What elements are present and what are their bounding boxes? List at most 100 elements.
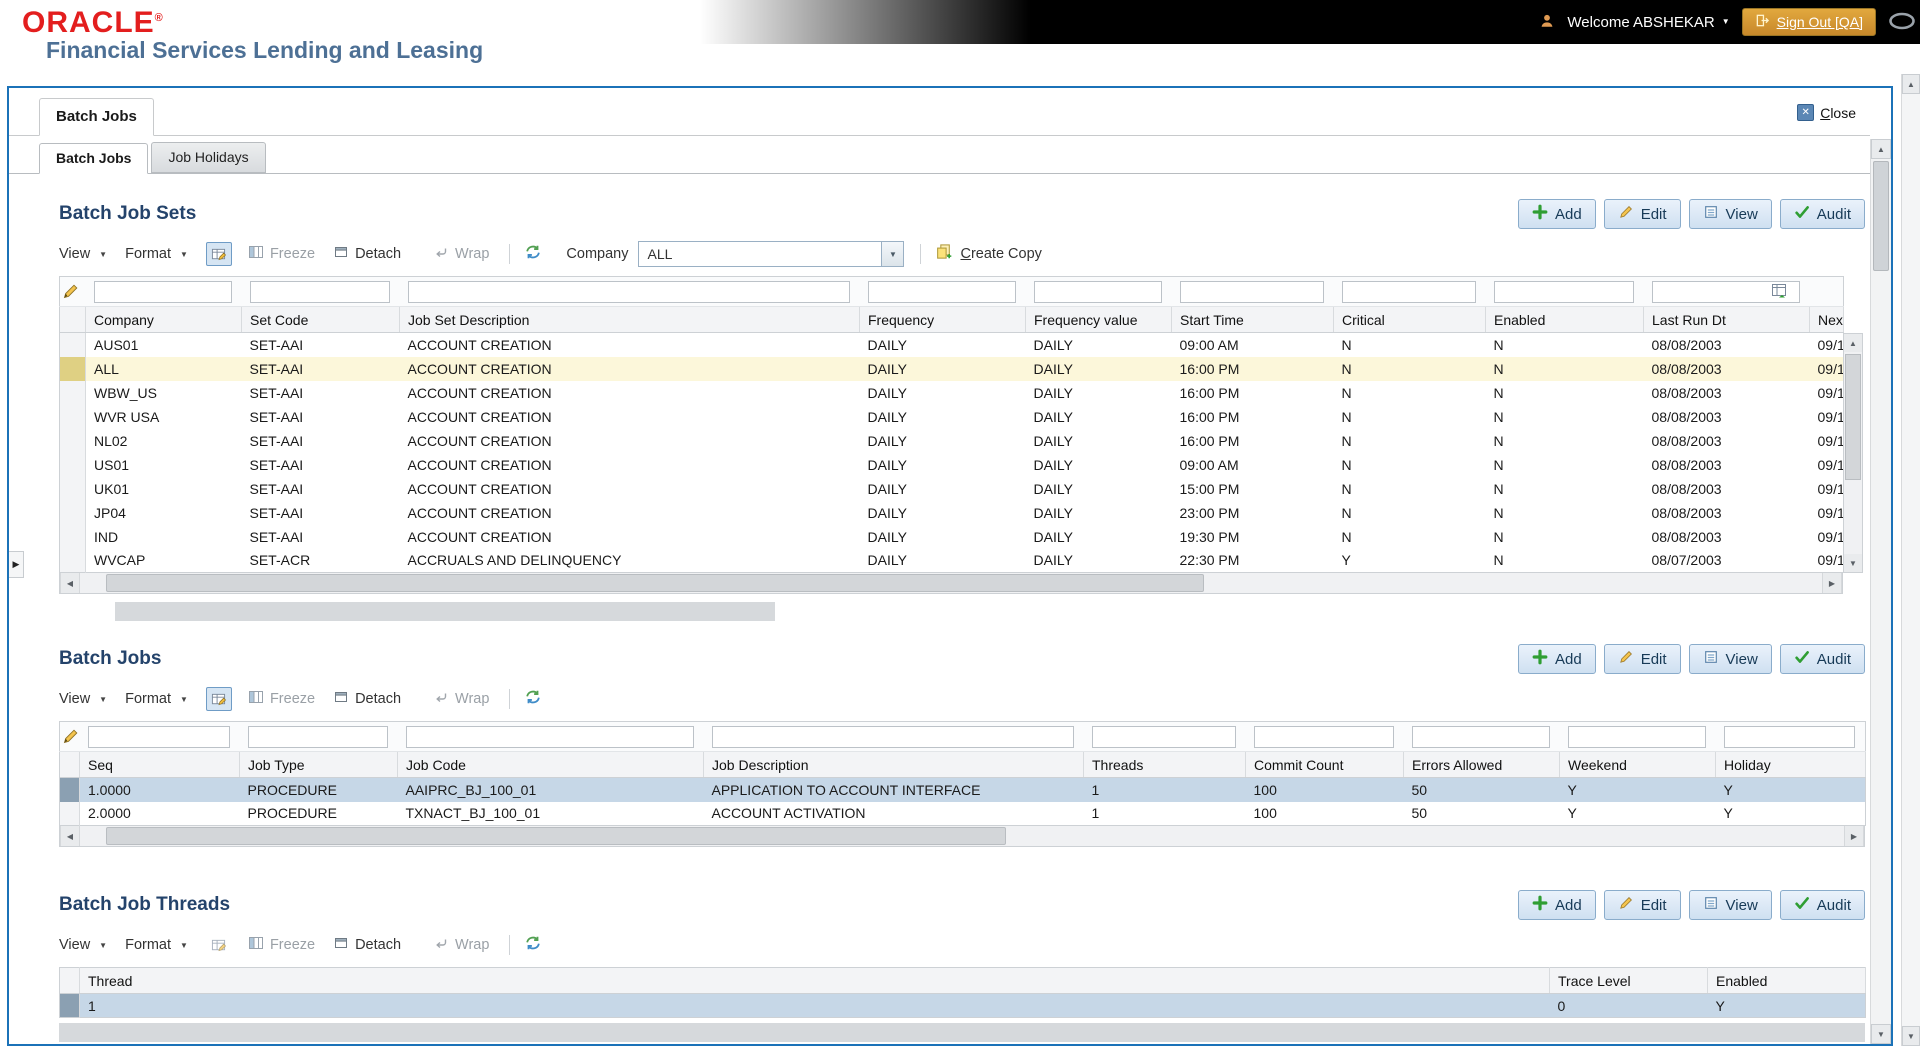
create-copy-button[interactable]: Create Copy [935,243,1042,265]
cell[interactable]: 2.0000 [80,802,240,826]
row-selector[interactable] [59,548,86,573]
close-button[interactable]: ✕ Close [1797,104,1856,121]
row-selector[interactable] [59,332,86,357]
cell[interactable]: SET-AAI [242,429,400,453]
cell[interactable]: ACCRUALS AND DELINQUENCY [400,549,860,573]
cell[interactable]: Y [1716,802,1866,826]
cell[interactable]: N [1334,429,1486,453]
company-select-value[interactable]: ALL [638,241,883,267]
cell[interactable]: 09/1 [1810,381,1844,405]
row-selector[interactable] [59,801,80,826]
cell[interactable]: JP04 [86,501,242,525]
cell[interactable]: N [1334,333,1486,357]
table-row[interactable]: NL02 SET-AAI ACCOUNT CREATION DAILY DAILY 16:… [59,428,1844,453]
detach-button[interactable]: Detach [333,689,401,709]
column-header-commit-count[interactable]: Commit Count [1245,751,1404,778]
cell[interactable]: SET-AAI [242,381,400,405]
filter-input-holiday[interactable] [1723,725,1855,748]
query-by-example-toggle[interactable] [205,687,232,711]
scrollbar-thumb[interactable] [1845,354,1861,480]
column-header-errors-allowed[interactable]: Errors Allowed [1403,751,1560,778]
cell[interactable]: 22:30 PM [1172,549,1334,573]
scroll-down-button[interactable]: ▼ [1871,1024,1891,1044]
jobs-view-button[interactable]: View [1688,644,1772,674]
view-menu[interactable]: View ▼ [59,691,107,707]
cell[interactable]: ACCOUNT CREATION [400,429,860,453]
cell[interactable]: Y [1559,777,1716,802]
cell[interactable]: N [1334,381,1486,405]
cell[interactable]: 16:00 PM [1172,429,1334,453]
cell[interactable]: PROCEDURE [239,777,398,802]
cell[interactable]: PROCEDURE [240,802,398,826]
cell[interactable]: 08/08/2003 [1644,525,1810,549]
cell[interactable]: DAILY [1026,405,1172,429]
cell[interactable]: N [1334,525,1486,549]
cell[interactable]: DAILY [1026,525,1172,549]
row-selector[interactable] [59,380,86,405]
view-menu[interactable]: View ▼ [59,937,107,953]
scrollbar-thumb[interactable] [106,574,1204,592]
row-selector[interactable] [59,404,86,429]
row-selector[interactable] [59,428,86,453]
cell[interactable]: N [1486,477,1644,501]
column-header-enabled[interactable]: Enabled [1485,306,1644,333]
cell[interactable]: DAILY [859,356,1026,381]
cell[interactable]: ACCOUNT CREATION [399,356,860,381]
cell[interactable]: DAILY [860,477,1026,501]
filter-input-company[interactable] [93,280,232,303]
filter-input-job-set-description[interactable] [407,280,850,303]
scrollbar-thumb[interactable] [1873,161,1889,271]
scroll-down-button[interactable]: ▼ [1844,554,1862,572]
cell[interactable]: 08/07/2003 [1644,549,1810,573]
scroll-up-button[interactable]: ▲ [1844,334,1862,352]
cell[interactable]: N [1486,405,1644,429]
cell[interactable]: NL02 [86,429,242,453]
row-selector[interactable] [59,500,86,525]
cell[interactable]: ACCOUNT CREATION [400,501,860,525]
scroll-right-button[interactable]: ▶ [1844,826,1864,846]
cell[interactable]: WBW_US [86,381,242,405]
table-row[interactable]: ALL SET-AAI ACCOUNT CREATION DAILY DAILY 16:0… [59,356,1844,381]
cell[interactable]: 09/1 [1810,501,1844,525]
filter-input-set-code[interactable] [249,280,390,303]
jobs-add-button[interactable]: Add [1517,644,1596,674]
filter-input-job-description[interactable] [711,725,1074,748]
table-row[interactable]: WBW_US SET-AAI ACCOUNT CREATION DAILY DAILY 1… [59,380,1844,405]
job-sets-add-button[interactable]: Add [1517,199,1596,229]
row-selector[interactable] [59,452,86,477]
column-header-thread[interactable]: Thread [79,967,1550,994]
table-row[interactable]: 2.0000 PROCEDURE TXNACT_BJ_100_01 ACCOUNT A… [59,801,1866,826]
cell[interactable]: ACCOUNT CREATION [400,333,860,357]
cell[interactable]: 09:00 AM [1172,333,1334,357]
cell[interactable]: N [1333,356,1486,381]
cell[interactable]: 08/08/2003 [1643,356,1810,381]
table-row[interactable]: AUS01 SET-AAI ACCOUNT CREATION DAILY DAILY 09… [59,332,1844,357]
cell[interactable]: AUS01 [86,333,242,357]
cell[interactable]: IND [86,525,242,549]
cell[interactable]: DAILY [860,501,1026,525]
cell[interactable]: DAILY [1026,429,1172,453]
cell[interactable]: 1 [79,993,1550,1018]
cell[interactable]: 50 [1403,777,1560,802]
cell[interactable]: 09/1 [1810,549,1844,573]
cell[interactable]: 16:00 PM [1171,356,1334,381]
column-header-next[interactable]: Next [1809,306,1844,333]
cell[interactable]: 15:00 PM [1172,477,1334,501]
cell[interactable]: 23:00 PM [1172,501,1334,525]
cell[interactable]: Y [1707,993,1866,1018]
cell[interactable]: 08/08/2003 [1644,453,1810,477]
column-header-trace-level[interactable]: Trace Level [1549,967,1708,994]
scroll-up-button[interactable]: ▲ [1902,74,1920,94]
column-header-seq[interactable]: Seq [79,751,240,778]
cell[interactable]: N [1486,501,1644,525]
cell[interactable]: UK01 [86,477,242,501]
cell[interactable]: 08/08/2003 [1644,381,1810,405]
cell[interactable]: WVR USA [86,405,242,429]
cell[interactable]: DAILY [1026,453,1172,477]
row-selector[interactable] [59,993,80,1018]
cell[interactable]: ALL [85,356,242,381]
cell[interactable]: ACCOUNT CREATION [400,381,860,405]
scroll-down-button[interactable]: ▼ [1902,1026,1920,1046]
view-menu[interactable]: View ▼ [59,246,107,262]
cell[interactable]: AAIPRC_BJ_100_01 [397,777,704,802]
